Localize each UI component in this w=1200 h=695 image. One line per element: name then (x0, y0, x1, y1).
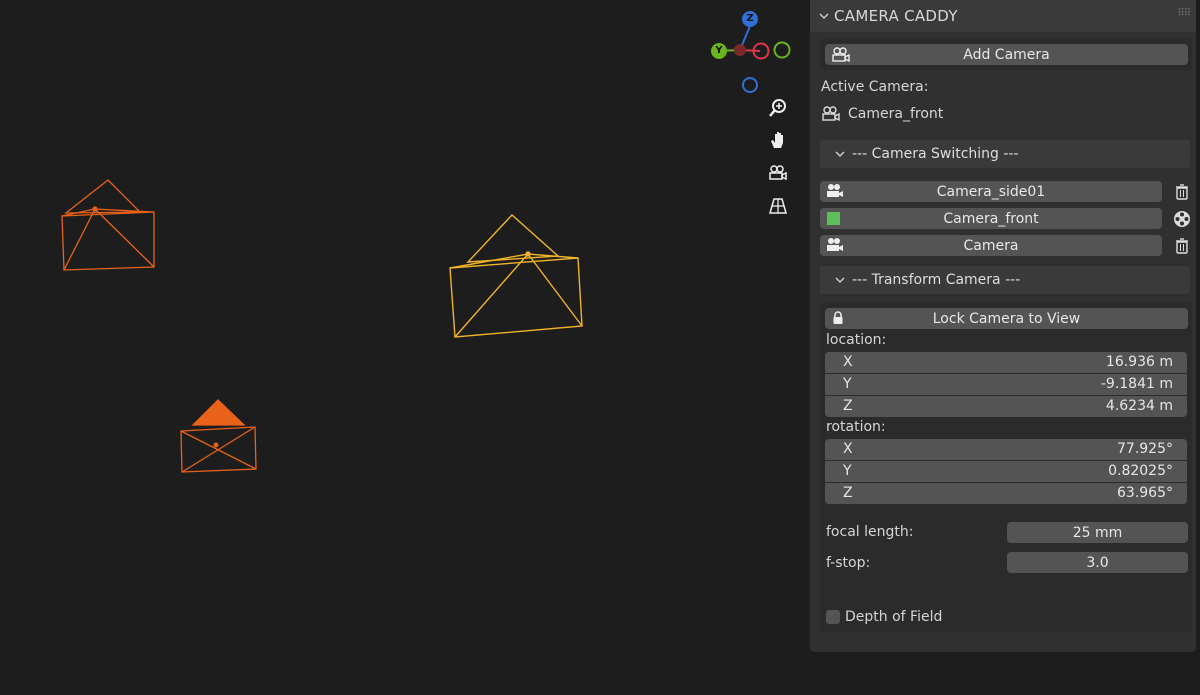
field-axis: Z (843, 398, 853, 414)
camera-row-label: Camera (963, 237, 1019, 254)
lock-camera-button[interactable]: Lock Camera to View (825, 308, 1188, 329)
depth-of-field-checkbox[interactable] (826, 610, 840, 624)
field-axis: Y (843, 376, 852, 392)
pan-hand-icon[interactable] (765, 127, 791, 153)
camera-object-camera[interactable] (180, 399, 257, 473)
active-camera-label: Active Camera: (821, 79, 929, 95)
fstop-value: 3.0 (1086, 554, 1109, 571)
camera-row-front[interactable]: Camera_front (820, 208, 1162, 229)
field-axis: X (843, 441, 853, 457)
perspective-grid-icon[interactable] (765, 193, 791, 219)
panel-header[interactable]: CAMERA CADDY ⠿⠿ (810, 0, 1196, 32)
rotation-y-field[interactable]: Y 0.82025° (825, 461, 1187, 482)
navigation-gizmo[interactable]: Z Y (700, 5, 800, 100)
active-camera-indicator (826, 210, 842, 226)
camera-object-side01[interactable] (61, 179, 155, 271)
field-value: 16.936 m (1105, 354, 1173, 370)
field-value: 4.6234 m (1105, 398, 1173, 414)
location-y-field[interactable]: Y -9.1841 m (825, 374, 1187, 395)
zoom-icon[interactable] (765, 95, 791, 121)
camera-row-label: Camera_front (943, 210, 1039, 227)
chevron-down-icon[interactable] (834, 275, 848, 285)
rotation-x-field[interactable]: X 77.925° (825, 439, 1187, 460)
field-axis: Z (843, 485, 853, 501)
focal-length-field[interactable]: 25 mm (1007, 522, 1188, 543)
location-label: location: (826, 332, 887, 348)
scene-canvas[interactable] (0, 0, 810, 695)
camera-icon (821, 105, 841, 126)
camera-row-label: Camera_side01 (936, 183, 1046, 200)
gizmo-y-axis[interactable]: Y (711, 43, 727, 59)
drag-grip-icon[interactable]: ⠿⠿ (1177, 8, 1191, 19)
field-value: 77.925° (1117, 441, 1173, 457)
gizmo-z-axis[interactable]: Z (742, 11, 758, 27)
camera-row-camera[interactable]: Camera (820, 235, 1162, 256)
field-value: 0.82025° (1108, 463, 1173, 479)
fstop-field[interactable]: 3.0 (1007, 552, 1188, 573)
panel-title: CAMERA CADDY (834, 7, 958, 25)
field-axis: Y (843, 463, 852, 479)
add-camera-button[interactable]: Add Camera (825, 44, 1188, 65)
chevron-down-icon[interactable] (834, 149, 848, 159)
trash-icon[interactable] (1172, 181, 1192, 202)
lock-camera-label: Lock Camera to View (932, 310, 1081, 327)
camera-row-side01[interactable]: Camera_side01 (820, 181, 1162, 202)
camera-view-icon[interactable] (765, 160, 791, 186)
focal-length-value: 25 mm (1072, 524, 1123, 541)
field-axis: X (843, 354, 853, 370)
field-value: 63.965° (1117, 485, 1173, 501)
rotation-z-field[interactable]: Z 63.965° (825, 483, 1187, 504)
film-reel-icon[interactable] (1172, 208, 1192, 229)
location-z-field[interactable]: Z 4.6234 m (825, 396, 1187, 417)
chevron-down-icon[interactable] (818, 11, 832, 21)
transform-camera-header[interactable]: --- Transform Camera --- (820, 266, 1190, 294)
trash-icon[interactable] (1172, 235, 1192, 256)
add-camera-label: Add Camera (963, 46, 1050, 63)
lock-icon (832, 311, 844, 325)
field-value: -9.1841 m (1100, 376, 1173, 392)
camera-switching-header[interactable]: --- Camera Switching --- (820, 140, 1190, 168)
fstop-label: f-stop: (826, 555, 871, 571)
focal-length-label: focal length: (826, 524, 914, 540)
depth-of-field-label[interactable]: Depth of Field (845, 609, 942, 625)
camera-object-front[interactable] (449, 214, 583, 338)
camera-icon (826, 183, 844, 199)
active-camera-name: Camera_front (848, 106, 944, 122)
transform-camera-title: --- Transform Camera --- (852, 272, 1021, 288)
location-x-field[interactable]: X 16.936 m (825, 352, 1187, 373)
rotation-label: rotation: (826, 419, 886, 435)
camera-icon (826, 237, 844, 253)
camera-add-icon (831, 46, 851, 63)
camera-switching-title: --- Camera Switching --- (852, 146, 1019, 162)
